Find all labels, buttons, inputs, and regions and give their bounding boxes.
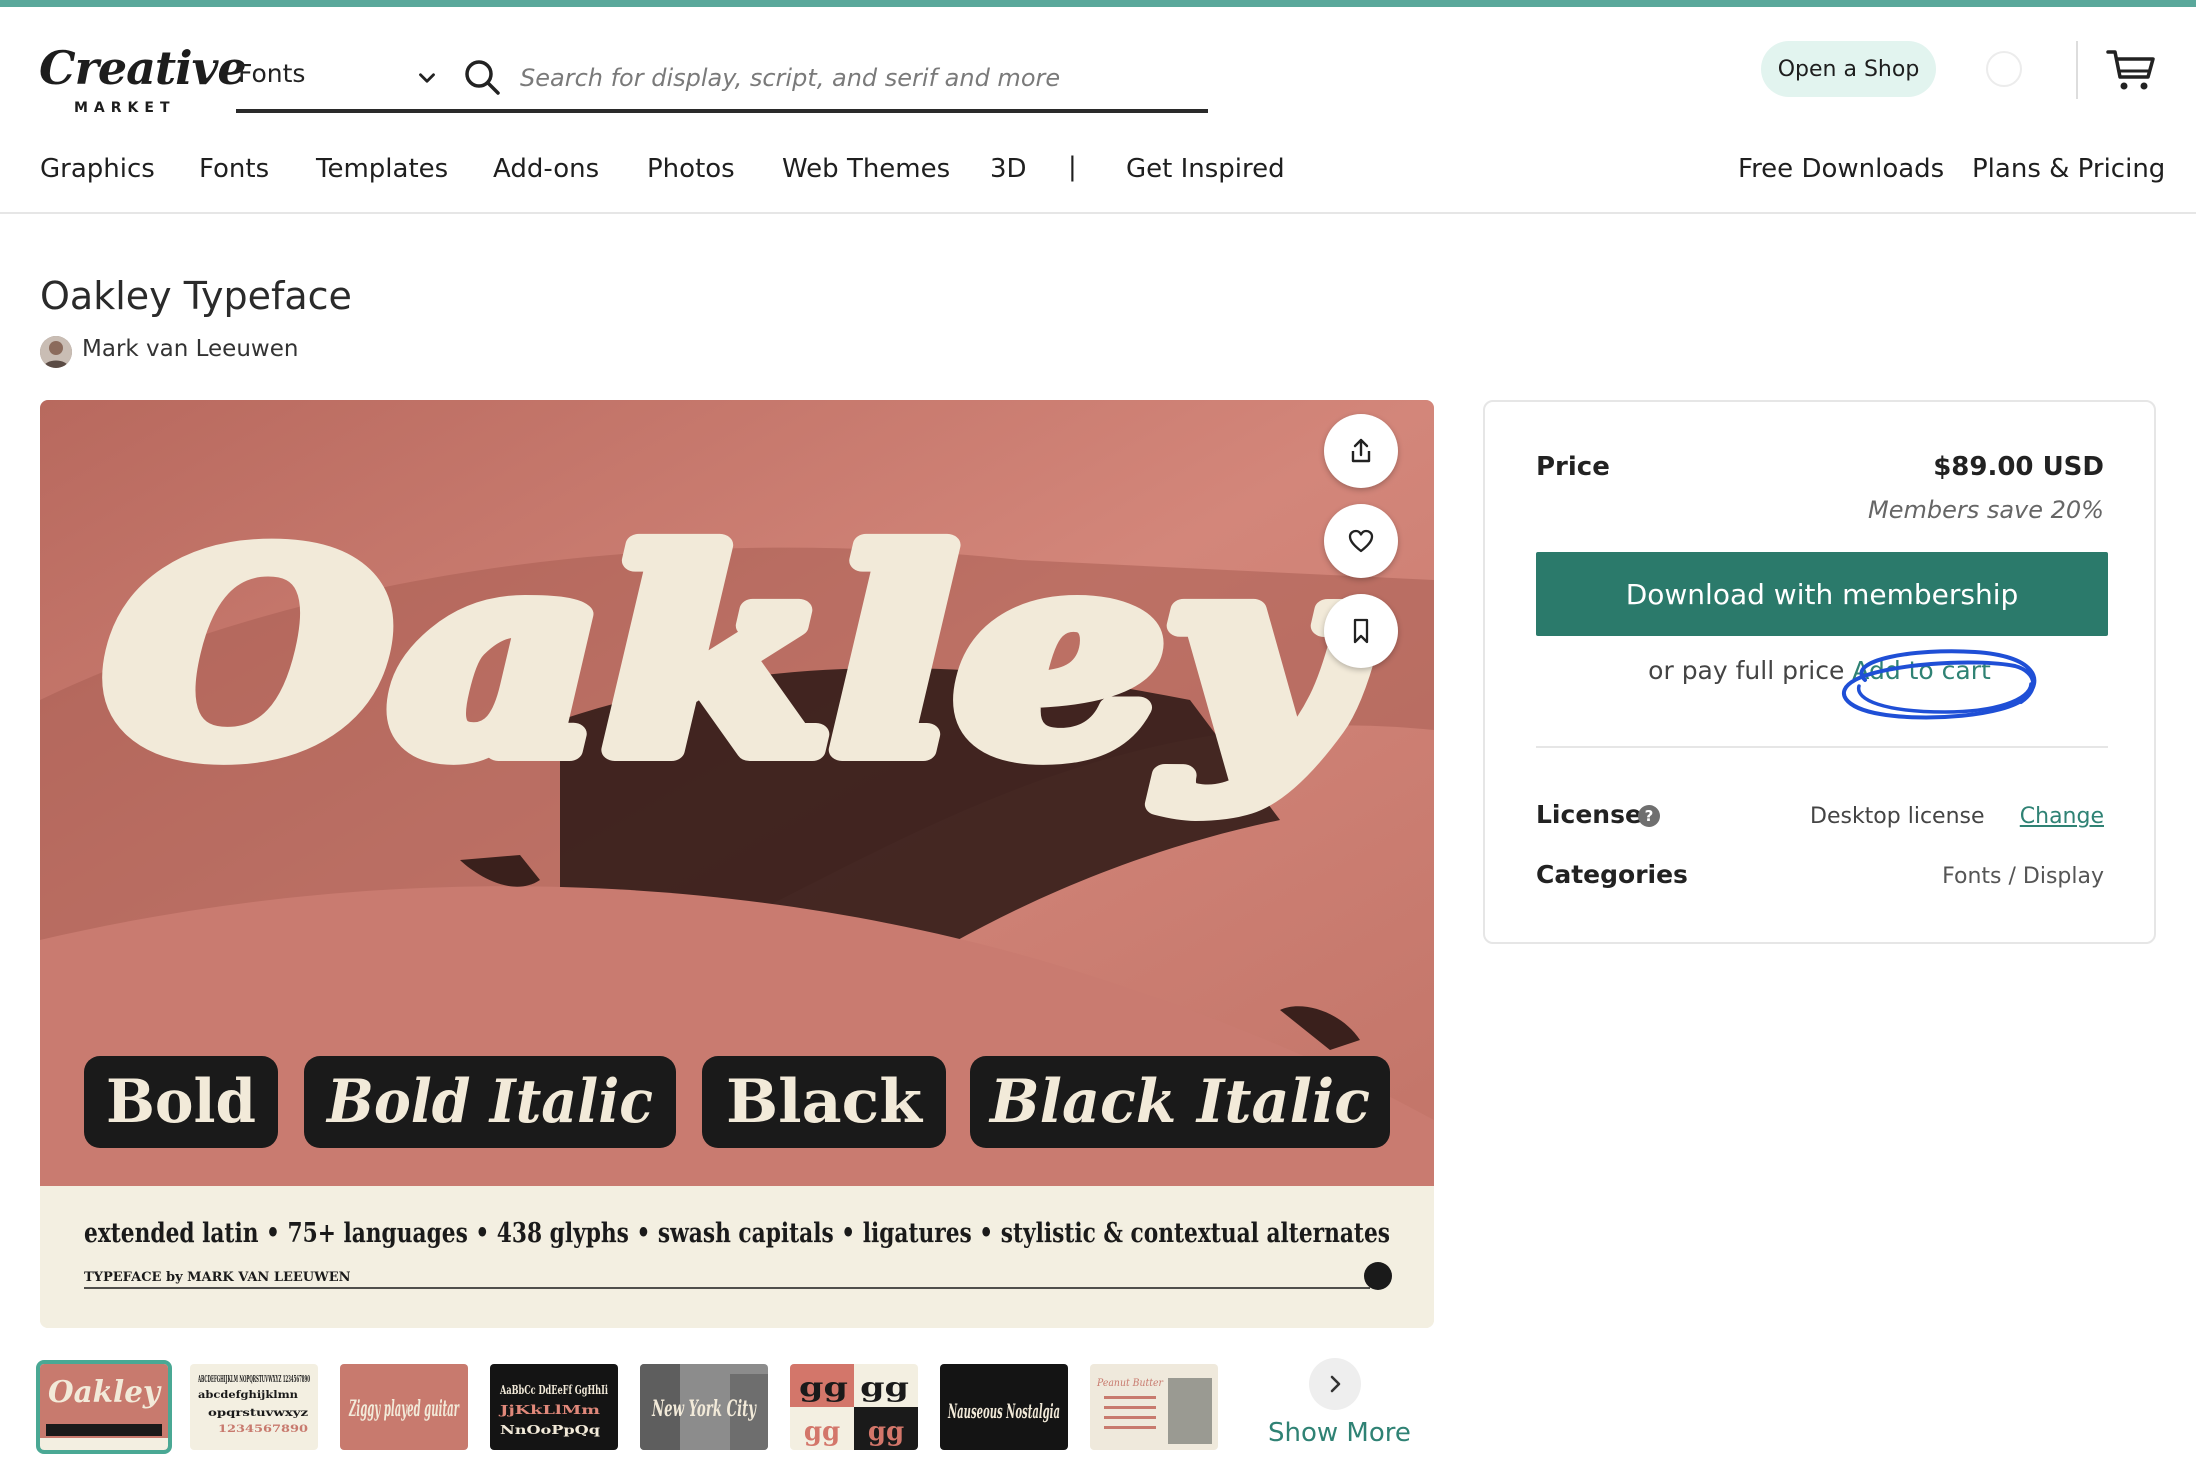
style-label-bold-italic: Bold Italic <box>325 1067 653 1137</box>
thumbnail-2[interactable]: ABCDEFGHIJKLM NOPQRSTUVWXYZ 1234567890 a… <box>190 1364 318 1450</box>
search-bar: Fonts <box>236 47 1208 113</box>
author-name[interactable]: Mark van Leeuwen <box>82 336 298 362</box>
style-label-bold: Bold <box>106 1067 256 1137</box>
thumbnail-6-image: gg gg gg gg <box>790 1364 918 1450</box>
style-pill-bold-italic: Bold Italic <box>304 1056 676 1148</box>
svg-text:Peanut Butter: Peanut Butter <box>1096 1378 1164 1389</box>
price-label: Price <box>1536 452 1610 482</box>
hero-wordmark: Oakley <box>105 496 1375 814</box>
product-hero-image[interactable]: Oakley Bold Bold Italic Black Black Ital… <box>40 400 1434 1328</box>
logo-subtitle: MARKET <box>74 100 176 116</box>
svg-text:ABCDEFGHIJKLM NOPQRSTUVWXYZ 12: ABCDEFGHIJKLM NOPQRSTUVWXYZ 1234567890 <box>198 1375 310 1385</box>
nav-templates[interactable]: Templates <box>316 154 448 184</box>
nav-fonts[interactable]: Fonts <box>199 154 269 184</box>
main-nav: Graphics Fonts Templates Add-ons Photos … <box>0 140 2196 214</box>
style-label-black-italic: Black Italic <box>988 1067 1370 1137</box>
thumbnail-3-image: Ziggy played guitar <box>340 1364 468 1450</box>
open-shop-button[interactable]: Open a Shop <box>1761 41 1936 97</box>
thumbnail-7-image: Nauseous Nostalgia <box>940 1364 1068 1450</box>
thumbnail-6[interactable]: gg gg gg gg <box>790 1364 918 1450</box>
nav-free-downloads[interactable]: Free Downloads <box>1738 154 1944 184</box>
nav-photos[interactable]: Photos <box>647 154 735 184</box>
price-value: $89.00 USD <box>1933 452 2104 482</box>
change-license-link[interactable]: Change <box>2020 804 2104 829</box>
svg-text:gg: gg <box>804 1417 840 1447</box>
bookmark-icon <box>1353 618 1369 644</box>
pay-full-price-line: or pay full price Add to cart <box>1485 656 2154 685</box>
thumbnail-7[interactable]: Nauseous Nostalgia <box>940 1364 1068 1450</box>
author-avatar-image <box>40 336 72 368</box>
thumbnail-2-image: ABCDEFGHIJKLM NOPQRSTUVWXYZ 1234567890 a… <box>190 1364 318 1450</box>
svg-text:1234567890: 1234567890 <box>218 1424 308 1435</box>
nav-get-inspired[interactable]: Get Inspired <box>1126 154 1285 184</box>
show-more-link[interactable]: Show More <box>1268 1418 1411 1448</box>
thumbnail-1-image: Oakley <box>40 1364 168 1450</box>
svg-text:Nauseous Nostalgia: Nauseous Nostalgia <box>947 1399 1060 1423</box>
site-header: Creative MARKET Fonts Open a Shop <box>0 7 2196 127</box>
svg-text:New York City: New York City <box>651 1396 757 1422</box>
members-save-note: Members save 20% <box>1867 496 2104 524</box>
nav-graphics[interactable]: Graphics <box>40 154 155 184</box>
download-with-membership-button[interactable]: Download with membership <box>1536 552 2108 636</box>
svg-text:gg: gg <box>868 1417 904 1447</box>
pay-full-price-text: or pay full price <box>1648 656 1845 685</box>
style-pill-black-italic: Black Italic <box>970 1056 1390 1148</box>
thumbnail-8[interactable]: Peanut Butter <box>1090 1364 1218 1450</box>
thumbnail-1[interactable]: Oakley <box>36 1360 172 1454</box>
style-pill-black: Black <box>702 1056 946 1148</box>
thumbnails-next-button[interactable] <box>1309 1358 1361 1410</box>
logo[interactable]: Creative MARKET <box>39 41 247 125</box>
search-input[interactable] <box>520 57 1200 99</box>
nav-3d[interactable]: 3D <box>990 154 1027 184</box>
categories-label: Categories <box>1536 860 1688 889</box>
purchase-card: Price $89.00 USD Members save 20% Downlo… <box>1483 400 2156 944</box>
card-divider <box>1536 746 2108 748</box>
nav-web-themes[interactable]: Web Themes <box>782 154 950 184</box>
designer-mark-icon <box>1364 1262 1392 1290</box>
author-avatar[interactable] <box>40 336 72 368</box>
hero-credit: TYPEFACE by MARK VAN LEEUWEN <box>84 1270 351 1285</box>
svg-text:NnOoPpQq: NnOoPpQq <box>500 1423 601 1437</box>
svg-text:Oakley: Oakley <box>48 1375 163 1410</box>
svg-text:gg gg: gg gg <box>799 1373 909 1403</box>
svg-text:JjKkLlMm: JjKkLlMm <box>499 1403 601 1417</box>
thumbnail-5-image: New York City <box>640 1364 768 1450</box>
help-icon[interactable]: ? <box>1638 805 1660 827</box>
chevron-down-icon[interactable] <box>414 65 440 91</box>
style-pill-bold: Bold <box>84 1056 278 1148</box>
svg-text:abcdefghijklmn: abcdefghijklmn <box>198 1390 299 1401</box>
account-avatar[interactable] <box>1986 51 2022 87</box>
nav-plans-pricing[interactable]: Plans & Pricing <box>1972 154 2165 184</box>
share-button[interactable] <box>1324 414 1398 488</box>
heart-icon <box>1348 529 1374 553</box>
hero-features: extended latin • 75+ languages • 438 gly… <box>84 1218 1390 1249</box>
categories-value[interactable]: Fonts / Display <box>1942 864 2104 889</box>
svg-text:Ziggy played guitar: Ziggy played guitar <box>349 1396 460 1422</box>
cart-icon[interactable] <box>2106 47 2156 93</box>
thumbnail-8-image: Peanut Butter <box>1090 1364 1218 1450</box>
bookmark-button[interactable] <box>1324 594 1398 668</box>
svg-text:AaBbCc DdEeFf GgHhIi: AaBbCc DdEeFf GgHhIi <box>499 1383 608 1397</box>
license-value: Desktop license <box>1810 804 1985 829</box>
chevron-right-icon <box>1330 1375 1341 1393</box>
thumbnail-5[interactable]: New York City <box>640 1364 768 1450</box>
nav-add-ons[interactable]: Add-ons <box>493 154 599 184</box>
page-title: Oakley Typeface <box>40 274 352 318</box>
share-icon <box>1351 438 1371 463</box>
favorite-button[interactable] <box>1324 504 1398 578</box>
thumbnail-3[interactable]: Ziggy played guitar <box>340 1364 468 1450</box>
search-icon[interactable] <box>462 57 502 97</box>
hero-artwork: Oakley Bold Bold Italic Black Black Ital… <box>40 400 1434 1328</box>
license-label: License <box>1536 800 1642 829</box>
logo-wordmark: Creative <box>39 41 247 95</box>
top-accent-bar <box>0 0 2196 7</box>
nav-separator: | <box>1068 152 1077 182</box>
header-divider <box>2076 41 2078 99</box>
search-category-select[interactable]: Fonts <box>238 59 305 88</box>
thumbnail-4[interactable]: AaBbCc DdEeFf GgHhIi JjKkLlMm NnOoPpQq <box>490 1364 618 1450</box>
style-label-black: Black <box>726 1067 923 1137</box>
thumbnail-4-image: AaBbCc DdEeFf GgHhIi JjKkLlMm NnOoPpQq <box>490 1364 618 1450</box>
svg-text:opqrstuvwxyz: opqrstuvwxyz <box>208 1408 308 1419</box>
hand-drawn-circle-annotation <box>1841 649 2037 720</box>
